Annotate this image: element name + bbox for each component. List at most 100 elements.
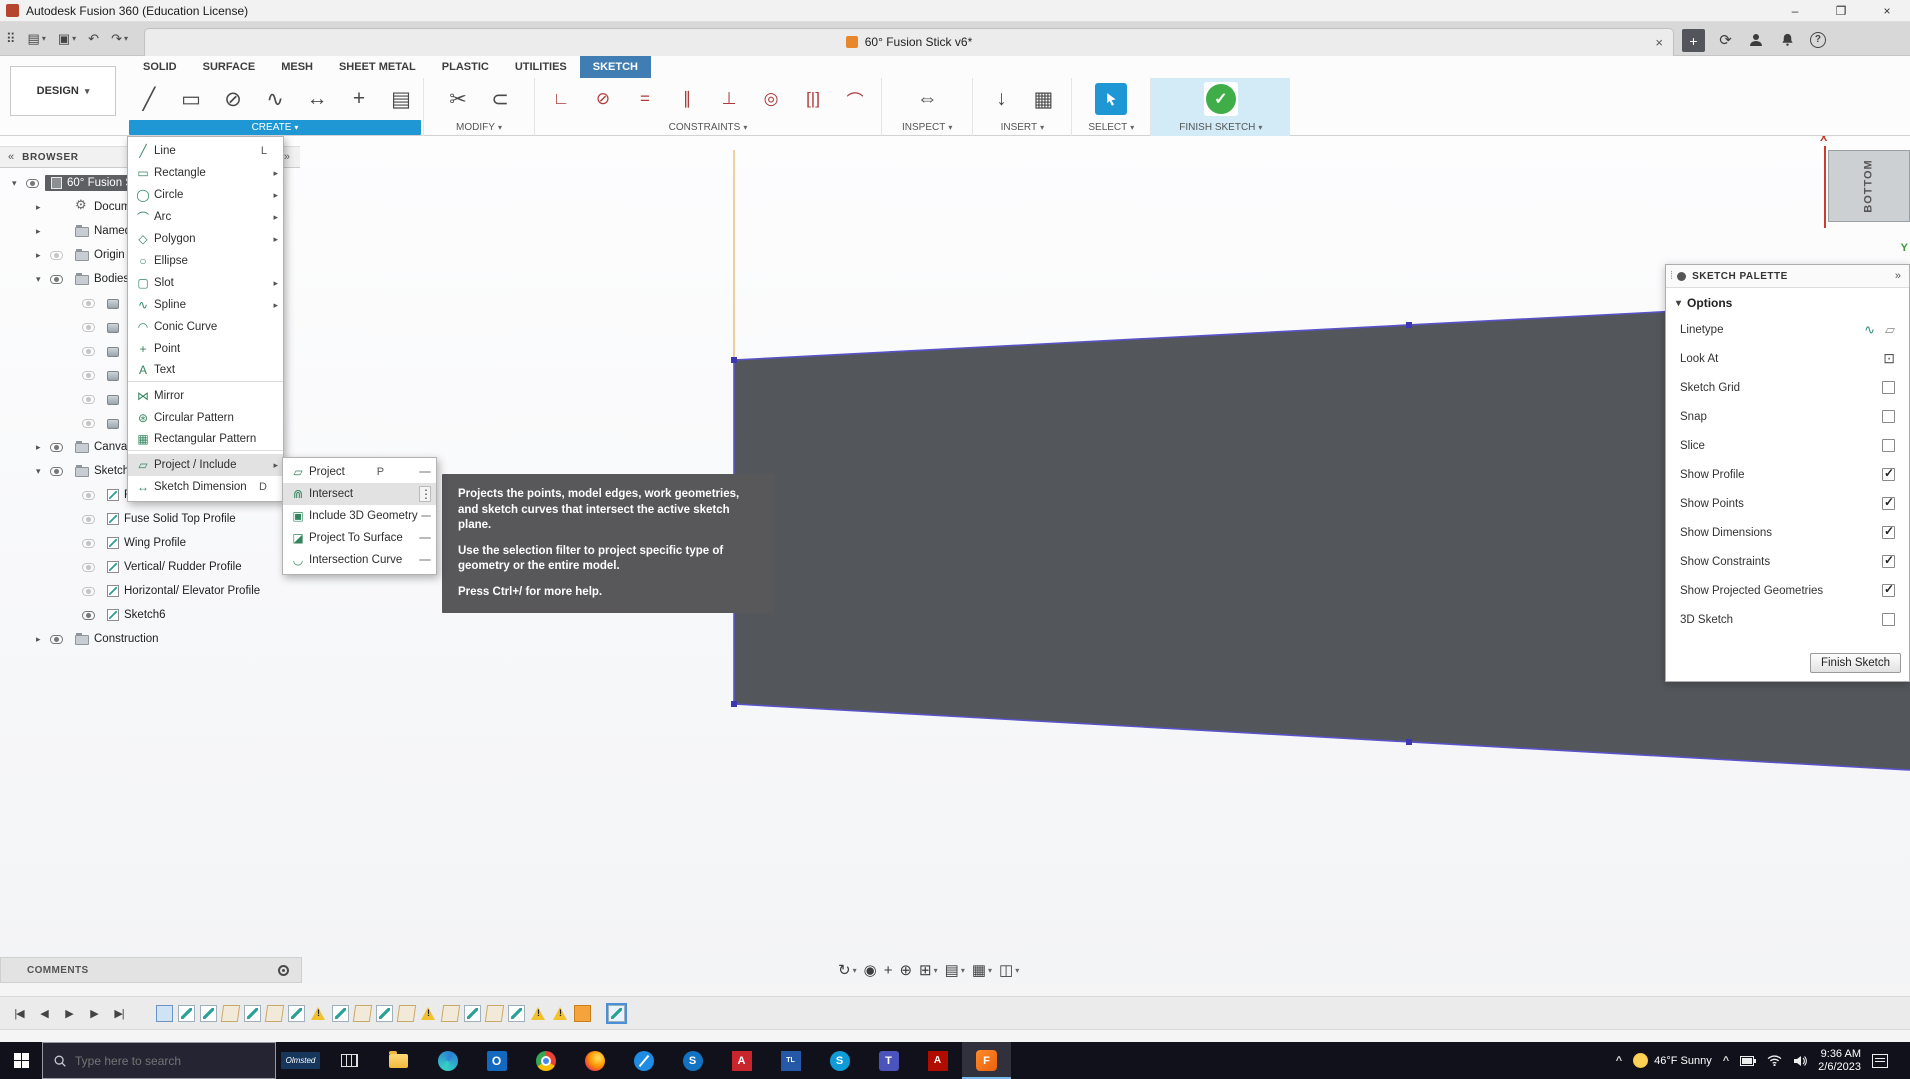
visibility-eye-icon[interactable] xyxy=(82,323,95,332)
file-menu-icon[interactable]: ▤ xyxy=(22,22,52,55)
plane-feature-icon[interactable] xyxy=(397,1005,416,1022)
visibility-eye-icon[interactable] xyxy=(50,251,63,260)
expand-arrow-icon[interactable] xyxy=(36,274,50,285)
select-dropdown[interactable]: SELECT xyxy=(1088,120,1134,135)
palette-grip-icon[interactable]: ⁞ xyxy=(1670,270,1672,282)
menu-item[interactable]: ╱ Line L xyxy=(128,140,283,162)
notifications-icon[interactable] xyxy=(1779,31,1796,48)
minimize-button[interactable]: – xyxy=(1772,0,1818,21)
visibility-eye-icon[interactable] xyxy=(82,539,95,548)
skype-icon[interactable]: S xyxy=(815,1042,864,1079)
menu-item[interactable]: ◯ Circle xyxy=(128,184,283,206)
visibility-eye-icon[interactable] xyxy=(82,563,95,572)
tab-close-icon[interactable]: × xyxy=(1655,35,1663,50)
finish-sketch-button[interactable]: Finish Sketch xyxy=(1810,653,1901,673)
submenu-item[interactable]: ◪ Project To Surface xyxy=(283,527,436,549)
chrome-icon[interactable] xyxy=(521,1042,570,1079)
browser-tree-row[interactable]: Horizontal/ Elevator Profile xyxy=(0,579,300,603)
visibility-eye-icon[interactable] xyxy=(82,611,95,620)
visibility-eye-icon[interactable] xyxy=(50,467,63,476)
plane-feature-icon[interactable] xyxy=(265,1005,284,1022)
options-section-header[interactable]: Options xyxy=(1666,288,1909,315)
canvas-icon[interactable]: ▦ xyxy=(1023,81,1063,117)
item-options-icon[interactable]: ⋮ xyxy=(419,486,431,502)
sketch-feature-icon[interactable] xyxy=(376,1005,393,1022)
snagit-icon[interactable]: S xyxy=(668,1042,717,1079)
comments-toggle-icon[interactable] xyxy=(278,965,289,976)
checkbox[interactable] xyxy=(1882,410,1895,423)
ribbon-tab[interactable]: SOLID xyxy=(130,56,190,78)
taskbar-search[interactable] xyxy=(42,1042,276,1079)
inspect-dropdown[interactable]: INSPECT xyxy=(902,120,952,135)
visibility-eye-icon[interactable] xyxy=(82,299,95,308)
ribbon-tab[interactable]: PLASTIC xyxy=(429,56,502,78)
tray-chevron[interactable]: ^ xyxy=(1723,1055,1729,1067)
visibility-eye-icon[interactable] xyxy=(82,419,95,428)
viewcube-face[interactable]: BOTTOM xyxy=(1828,150,1910,222)
step-forward-icon[interactable]: ▶ xyxy=(83,1007,105,1020)
acrobat-icon[interactable]: A xyxy=(913,1042,962,1079)
ribbon-tab[interactable]: MESH xyxy=(268,56,326,78)
menu-item[interactable]: ⊛ Circular Pattern xyxy=(128,407,283,429)
browser-collapse-icon[interactable]: « xyxy=(8,151,14,163)
taskbar-clock[interactable]: 9:36 AM 2/6/2023 xyxy=(1818,1048,1861,1074)
expand-arrow-icon[interactable] xyxy=(36,634,50,645)
ribbon-tab[interactable]: SURFACE xyxy=(190,56,269,78)
search-input[interactable] xyxy=(75,1054,245,1068)
checkbox[interactable] xyxy=(1882,584,1895,597)
horizontal-vertical-constraint-icon[interactable]: ∟ xyxy=(541,81,581,117)
app-icon[interactable]: TL xyxy=(766,1042,815,1079)
browser-popout-icon[interactable]: » xyxy=(284,151,290,163)
hidden-icons-chevron[interactable]: ^ xyxy=(1616,1055,1622,1067)
item-options-icon[interactable] xyxy=(419,537,431,539)
menu-item[interactable]: ▭ Rectangle xyxy=(128,162,283,184)
visibility-eye-icon[interactable] xyxy=(26,179,39,188)
play-icon[interactable]: ▶ xyxy=(58,1007,80,1020)
edge-icon[interactable] xyxy=(423,1042,472,1079)
menu-item[interactable]: ⋈ Mirror xyxy=(128,385,283,407)
go-to-start-icon[interactable]: |◀ xyxy=(8,1007,30,1020)
warning-feature-icon[interactable] xyxy=(310,1005,327,1022)
app-grid-icon[interactable]: ⠿ xyxy=(0,22,22,55)
trim-icon[interactable]: ✂ xyxy=(438,81,478,117)
save-icon[interactable]: ▣ xyxy=(52,22,82,55)
grid-settings-icon[interactable]: ▦ xyxy=(972,961,992,979)
close-button[interactable]: × xyxy=(1864,0,1910,21)
sketch-feature-icon[interactable] xyxy=(200,1005,217,1022)
sketch-feature-icon[interactable] xyxy=(178,1005,195,1022)
submenu-item[interactable]: ▣ Include 3D Geometry xyxy=(283,505,436,527)
browser-tree-row[interactable]: Construction xyxy=(0,627,300,651)
palette-expand-icon[interactable]: » xyxy=(1895,270,1901,282)
weather-widget[interactable]: 46°F Sunny xyxy=(1633,1053,1712,1068)
palette-row-controls[interactable] xyxy=(1883,350,1895,367)
adobe-icon[interactable]: A xyxy=(717,1042,766,1079)
canvas-feature-icon[interactable] xyxy=(156,1005,173,1022)
constraints-dropdown[interactable]: CONSTRAINTS xyxy=(541,120,875,135)
visibility-eye-icon[interactable] xyxy=(50,635,63,644)
orbit-icon[interactable]: ↻ xyxy=(838,961,857,979)
perpendicular-constraint-icon[interactable]: ⊥ xyxy=(709,81,749,117)
finish-sketch-dropdown[interactable]: FINISH SKETCH xyxy=(1179,120,1262,135)
warning-feature-icon[interactable] xyxy=(552,1005,569,1022)
modify-dropdown[interactable]: MODIFY xyxy=(438,120,520,135)
symmetry-constraint-icon[interactable]: [|] xyxy=(793,81,833,117)
viewcube[interactable]: X BOTTOM Y xyxy=(1824,158,1910,238)
menu-item[interactable]: A Text xyxy=(128,360,283,382)
action-center-icon[interactable] xyxy=(1872,1054,1888,1068)
task-view-icon[interactable] xyxy=(325,1042,374,1079)
menu-item[interactable]: ▱ Project / Include xyxy=(128,454,283,476)
note-feature-icon[interactable] xyxy=(574,1005,591,1022)
sketch-feature-icon[interactable] xyxy=(508,1005,525,1022)
menu-item[interactable]: + Point xyxy=(128,338,283,360)
expand-arrow-icon[interactable] xyxy=(36,226,50,237)
sketch-feature-icon[interactable] xyxy=(332,1005,349,1022)
insert-icon[interactable]: ↓ xyxy=(981,81,1021,117)
menu-item[interactable]: ◇ Polygon xyxy=(128,228,283,250)
plane-feature-icon[interactable] xyxy=(353,1005,372,1022)
dimension-icon[interactable]: ↔ xyxy=(297,81,337,117)
expand-arrow-icon[interactable] xyxy=(12,178,26,189)
warning-feature-icon[interactable] xyxy=(530,1005,547,1022)
active-sketch-feature-icon[interactable] xyxy=(608,1005,625,1022)
expand-arrow-icon[interactable] xyxy=(36,202,50,213)
visibility-eye-icon[interactable] xyxy=(82,371,95,380)
